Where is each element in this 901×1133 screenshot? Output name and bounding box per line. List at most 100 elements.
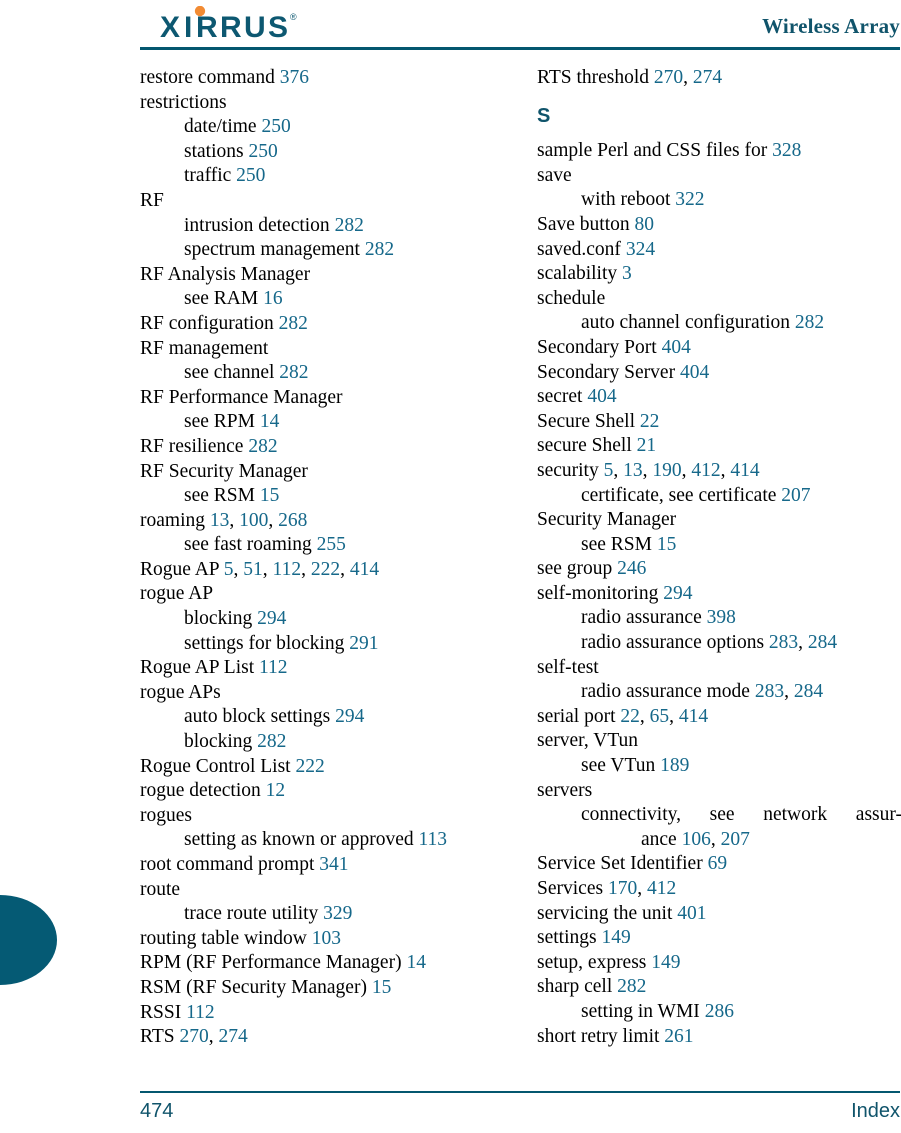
- page-number: 15: [371, 976, 392, 998]
- index-entry-label: see VTun: [581, 755, 661, 777]
- page-number: 274: [692, 67, 723, 88]
- index-entry-sub: blocking 282: [140, 730, 505, 755]
- page-number: 328: [772, 140, 802, 162]
- page-separator: ,: [613, 459, 624, 481]
- index-entry-label: spectrum management: [184, 239, 365, 261]
- index-entry-label: certificate, see certificate: [581, 484, 782, 506]
- page-number: 268: [278, 509, 308, 531]
- page-header: X I R R U S ® Wireless Array: [140, 0, 900, 48]
- index-entry-main: RF Performance Manager: [140, 386, 505, 411]
- footer-divider: [140, 1091, 900, 1093]
- index-entry-label: settings for blocking: [184, 632, 350, 654]
- footer-page-number: 474: [140, 1100, 174, 1122]
- index-entry-main: Services 170, 412: [537, 877, 901, 902]
- page-number: 284: [793, 681, 824, 703]
- xirrus-logo: X I R R U S ®: [160, 6, 340, 42]
- page-number: 13: [623, 459, 643, 481]
- page-number: 100: [239, 509, 269, 531]
- page-number: 170: [607, 878, 638, 899]
- index-entry-main: RSM (RF Security Manager) 15: [140, 976, 505, 1001]
- index-entry-main: RPM (RF Performance Manager) 14: [140, 951, 505, 976]
- index-entry-label: RPM (RF Performance Manager): [140, 952, 407, 974]
- page-number: 12: [265, 780, 286, 802]
- index-entry-label: rogue detection: [140, 780, 266, 802]
- index-entry-main: settings 149: [537, 926, 901, 951]
- page-separator: ,: [208, 1026, 219, 1048]
- index-entry-main: Security Manager: [537, 508, 901, 533]
- index-entry-label: RF resilience: [140, 435, 249, 457]
- page-number: 22: [639, 410, 660, 432]
- index-entry-main: secure Shell 21: [537, 434, 901, 459]
- page-number: 414: [349, 558, 380, 580]
- page-number: 414: [730, 459, 760, 481]
- page-number: 112: [186, 1001, 215, 1023]
- page-number: 190: [652, 459, 682, 481]
- svg-text:I: I: [184, 11, 192, 42]
- page-number: 294: [335, 706, 365, 728]
- index-entry-main: see group 246: [537, 557, 901, 582]
- index-column-left: restore command 376 restrictions date/time…: [140, 66, 505, 1050]
- index-entry-sub: spectrum management 282: [140, 238, 505, 263]
- page-number: 270: [179, 1026, 209, 1048]
- page-separator: ,: [683, 67, 693, 88]
- index-entry-label: servicing the unit: [537, 902, 678, 924]
- index-entry-label: see RSM: [581, 533, 657, 555]
- svg-text:U: U: [244, 11, 265, 42]
- index-entry-main: servers: [537, 779, 901, 804]
- page-number: 401: [677, 902, 707, 924]
- page-number: 80: [634, 213, 655, 235]
- index-entry-label: blocking: [184, 731, 258, 753]
- index-entry-label: Rogue AP List: [140, 657, 259, 679]
- index-entry-label: auto block settings: [184, 706, 336, 728]
- index-entry-label: rogue APs: [140, 681, 221, 703]
- index-entry-label: RSM (RF Security Manager): [140, 976, 372, 998]
- index-entry-main: short retry limit 261: [537, 1025, 901, 1050]
- page-separator: ,: [233, 558, 244, 580]
- index-entry-sub: with reboot 322: [537, 188, 901, 213]
- index-entry-main: scalability 3: [537, 262, 901, 287]
- page-number: 404: [587, 386, 617, 408]
- index-entry-label: Service Set Identifier: [537, 853, 708, 875]
- page-number: 404: [679, 361, 710, 383]
- page-number: 291: [349, 632, 379, 654]
- index-entry-main: schedule: [537, 287, 901, 312]
- page-separator: ,: [301, 558, 311, 580]
- index-entry-label: RF: [140, 189, 164, 211]
- index-entry-sub: radio assurance mode 283, 284: [537, 680, 901, 705]
- index-entry-main: Save button 80: [537, 213, 901, 238]
- index-entry-main: RTS threshold 270, 274: [537, 66, 901, 91]
- index-entry-label: routing table window: [140, 927, 312, 949]
- page-separator: ,: [669, 705, 679, 727]
- page-number: 283: [754, 681, 785, 703]
- index-entry-main: RF resilience 282: [140, 435, 505, 460]
- page-number: 261: [664, 1025, 694, 1047]
- index-entry-label: setting in WMI: [581, 1000, 705, 1022]
- page-number: 250: [261, 116, 291, 138]
- index-column-right: RTS threshold 270, 274 Ssample Perl and C…: [537, 66, 901, 1049]
- index-entry-label: RF Security Manager: [140, 460, 308, 482]
- page-number: 207: [781, 484, 811, 506]
- index-entry-label: security: [537, 459, 604, 481]
- index-entry-label: scalability: [537, 263, 623, 285]
- index-entry-label: Secondary Port: [537, 336, 662, 358]
- page-number: 270: [653, 67, 684, 88]
- page-separator: ,: [720, 459, 731, 481]
- index-entry-label: see channel: [184, 362, 280, 384]
- index-entry-sub: settings for blocking 291: [140, 632, 505, 657]
- index-entry-sub: setting in WMI 286: [537, 1000, 901, 1025]
- index-entry-label: see RAM: [184, 288, 264, 310]
- header-divider: [140, 47, 900, 50]
- index-entry-label: self-test: [537, 656, 599, 678]
- index-entry-label: with reboot: [581, 189, 676, 211]
- index-entry-label: root command prompt: [140, 854, 320, 875]
- index-entry-sub: see fast roaming 255: [140, 533, 505, 558]
- index-entry-label: setup, express: [537, 951, 652, 973]
- index-entry-label: restore command: [140, 67, 280, 88]
- page-separator: ,: [229, 509, 240, 531]
- index-entry-sub: date/time 250: [140, 115, 505, 140]
- index-entry-label: Security Manager: [537, 509, 677, 531]
- index-entry-main: save: [537, 164, 901, 189]
- index-entry-sub: intrusion detection 282: [140, 214, 505, 239]
- index-entry-main: restore command 376: [140, 66, 505, 91]
- index-entry-sub: blocking 294: [140, 607, 505, 632]
